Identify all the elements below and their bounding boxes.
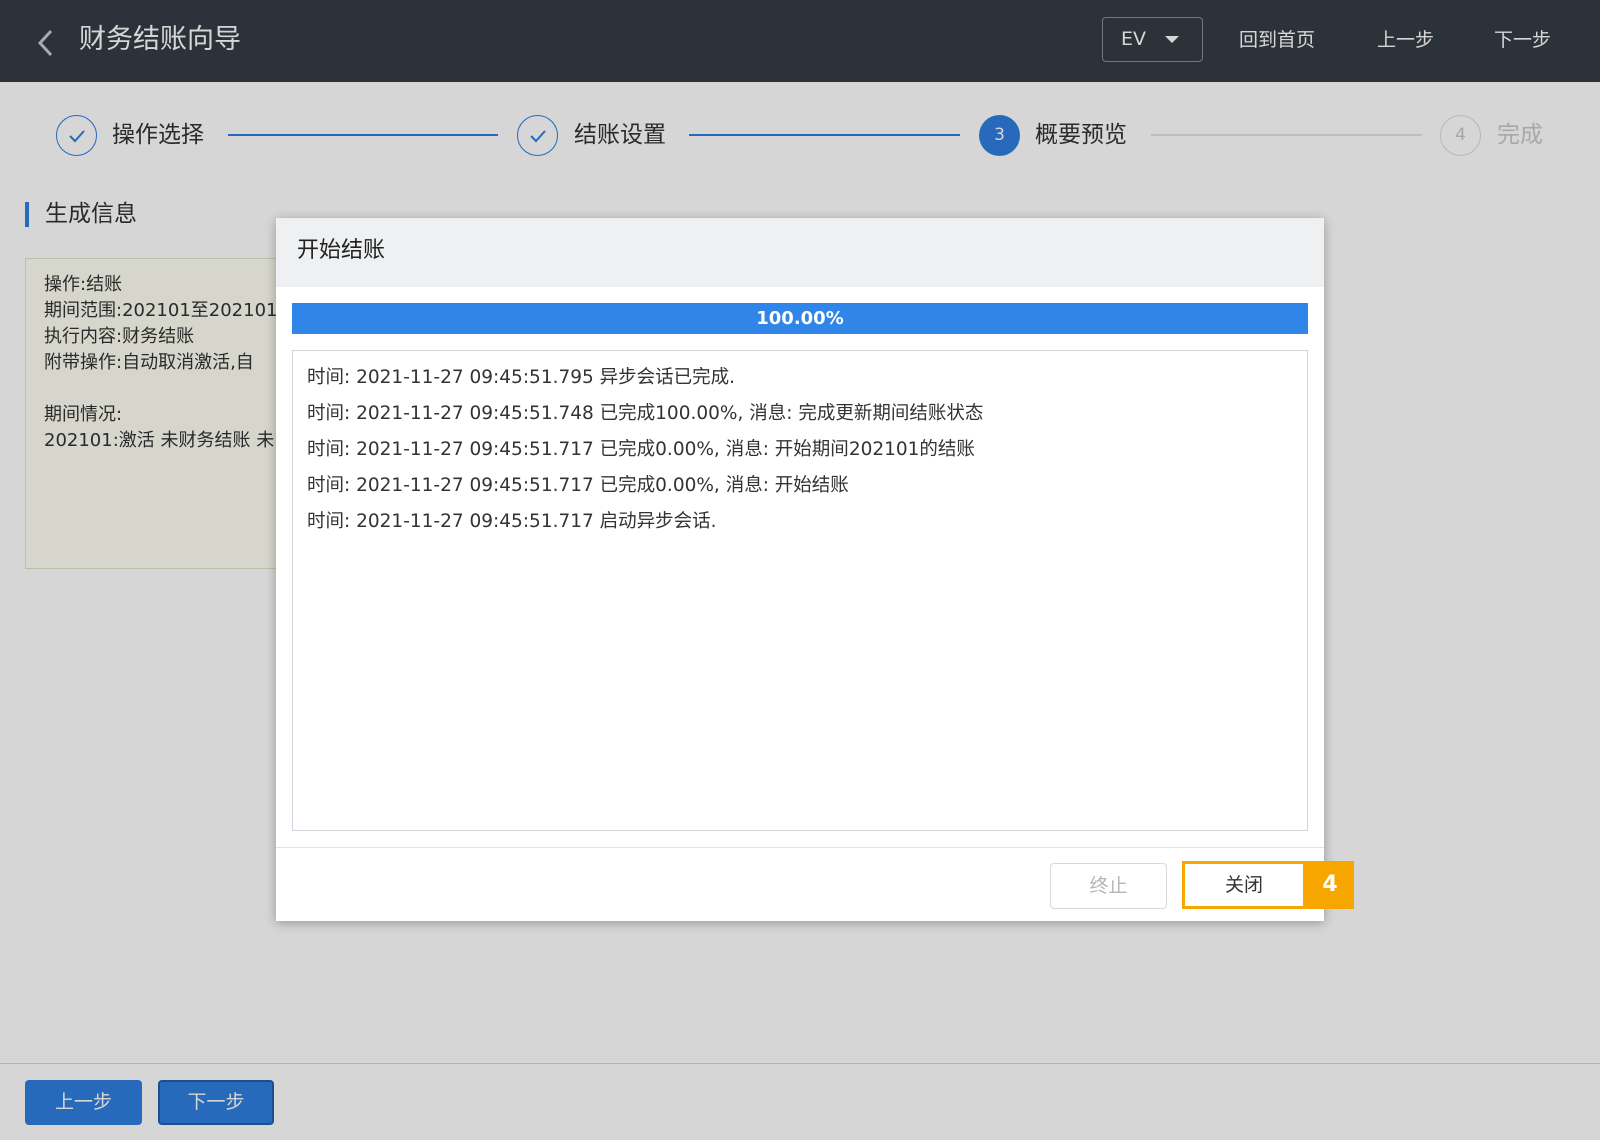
log-panel[interactable]: 时间: 2021-11-27 09:45:51.795 异步会话已完成. 时间:… <box>292 350 1308 831</box>
log-line: 时间: 2021-11-27 09:45:51.795 异步会话已完成. <box>307 367 736 388</box>
log-line: 时间: 2021-11-27 09:45:51.748 已完成100.00%, … <box>307 403 984 424</box>
annotation-badge: 4 <box>1306 861 1354 909</box>
closing-dialog: 开始结账 100.00% 时间: 2021-11-27 09:45:51.795… <box>276 218 1354 921</box>
log-line: 时间: 2021-11-27 09:45:51.717 启动异步会话. <box>307 511 717 532</box>
close-button[interactable]: 关闭 <box>1182 861 1306 909</box>
dialog-title: 开始结账 <box>297 238 386 263</box>
dialog-footer-divider <box>276 847 1324 848</box>
log-line: 时间: 2021-11-27 09:45:51.717 已完成0.00%, 消息… <box>307 475 849 496</box>
log-line: 时间: 2021-11-27 09:45:51.717 已完成0.00%, 消息… <box>307 439 975 460</box>
progress-bar: 100.00% <box>292 303 1308 334</box>
progress-text: 100.00% <box>756 308 844 329</box>
dialog-header: 开始结账 <box>276 218 1324 287</box>
stop-button[interactable]: 终止 <box>1050 863 1167 909</box>
